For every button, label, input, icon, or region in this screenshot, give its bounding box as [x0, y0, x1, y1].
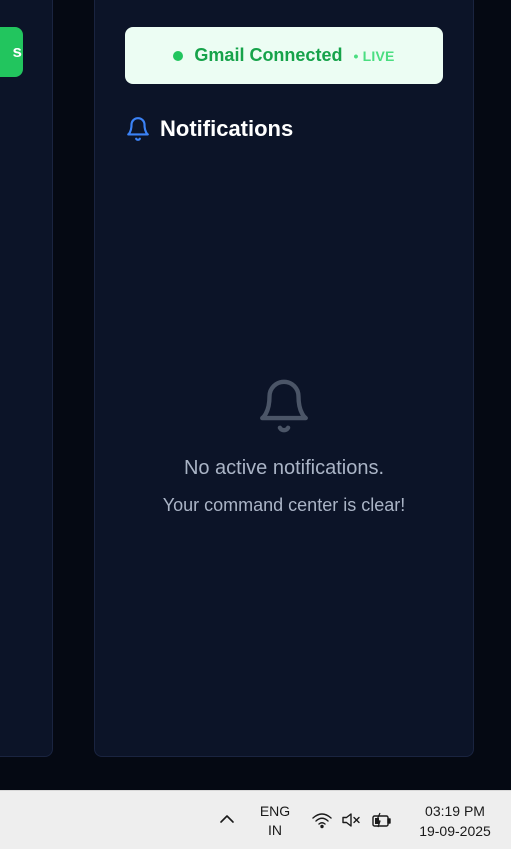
taskbar: ENG IN 03:19 PM 19-09-2025: [0, 790, 511, 849]
gmail-connected-badge: Gmail Connected • LIVE: [125, 27, 443, 84]
clock-time: 03:19 PM: [425, 803, 485, 819]
left-panel: [0, 0, 53, 757]
system-clock[interactable]: 03:19 PM 19-09-2025: [405, 801, 505, 841]
status-dot-icon: [173, 50, 184, 61]
wifi-icon[interactable]: [311, 810, 333, 830]
battery-charging-icon[interactable]: [370, 810, 394, 830]
language-region: IN: [268, 822, 282, 838]
language-code: ENG: [259, 803, 291, 819]
empty-state: No active notifications. Your command ce…: [94, 376, 474, 516]
empty-state-subtitle: Your command center is clear!: [162, 495, 406, 515]
left-panel-green-button[interactable]: s: [0, 27, 23, 77]
left-panel-button-label: s: [12, 42, 22, 61]
gmail-status-label: Gmail Connected: [194, 45, 343, 65]
empty-bell-icon: [260, 379, 308, 433]
empty-state-title: No active notifications.: [183, 457, 385, 479]
live-indicator: • LIVE: [353, 47, 395, 64]
chevron-up-icon[interactable]: [217, 811, 237, 827]
notifications-header: Notifications: [125, 116, 293, 142]
clock-date: 19-09-2025: [419, 823, 491, 839]
notifications-title: Notifications: [160, 116, 294, 141]
volume-muted-icon[interactable]: [340, 810, 362, 830]
bell-icon: [127, 117, 149, 141]
language-indicator[interactable]: ENG IN: [255, 802, 295, 840]
